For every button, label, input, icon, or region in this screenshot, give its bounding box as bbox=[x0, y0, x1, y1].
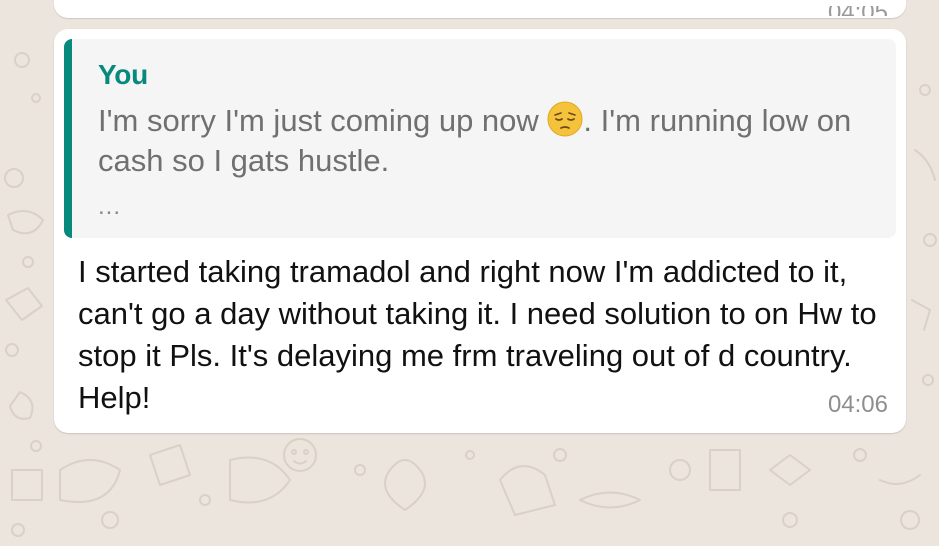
quoted-text-start: I'm sorry I'm just coming up now bbox=[98, 103, 548, 138]
previous-message-bubble[interactable]: 04:05 bbox=[54, 0, 906, 18]
quoted-author: You bbox=[98, 59, 148, 90]
message-text: I started taking tramadol and right now … bbox=[78, 254, 877, 415]
message-bubble[interactable]: You I'm sorry I'm just coming up now . I… bbox=[54, 29, 906, 433]
previous-message-timestamp: 04:05 bbox=[828, 6, 888, 16]
quoted-reply[interactable]: You I'm sorry I'm just coming up now . I… bbox=[64, 39, 896, 238]
message-timestamp: 04:06 bbox=[827, 391, 888, 418]
quote-accent-bar bbox=[64, 39, 72, 238]
quoted-text-more: ... bbox=[98, 193, 122, 220]
quoted-text: I'm sorry I'm just coming up now . I'm r… bbox=[98, 101, 878, 181]
pensive-face-emoji-icon bbox=[547, 101, 583, 137]
